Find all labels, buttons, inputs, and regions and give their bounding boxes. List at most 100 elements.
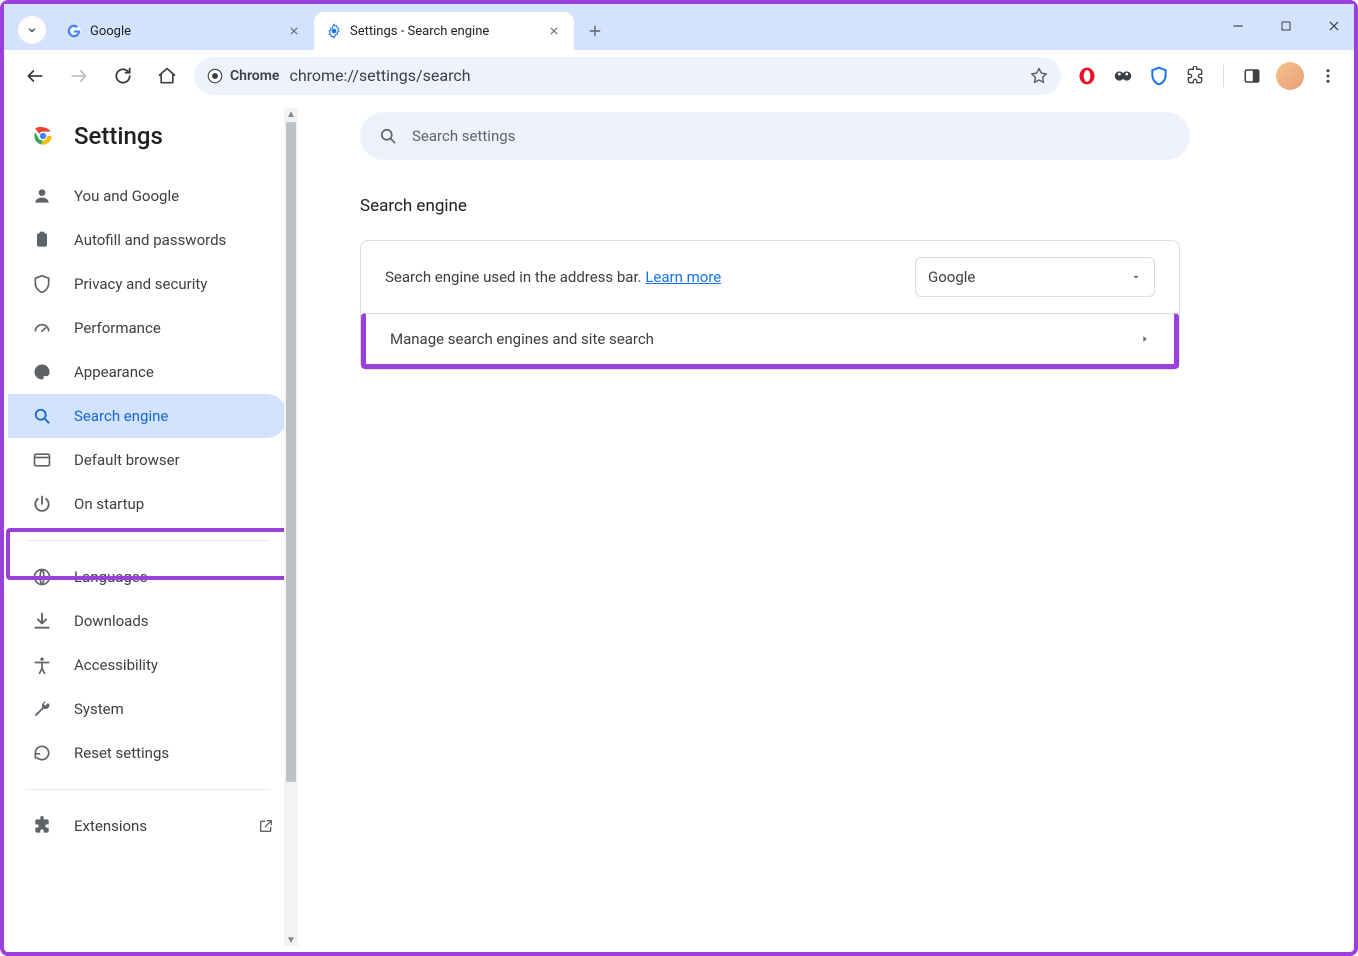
scroll-thumb[interactable]	[286, 122, 296, 782]
window-minimize-button[interactable]	[1224, 12, 1252, 40]
profile-avatar[interactable]	[1276, 62, 1304, 90]
sidebar-item-on-startup[interactable]: On startup	[8, 482, 288, 526]
search-engine-card: Search engine used in the address bar. L…	[360, 240, 1180, 370]
sidebar-item-label: On startup	[74, 495, 144, 513]
window-close-button[interactable]	[1320, 12, 1348, 40]
sidebar-item-performance[interactable]: Performance	[8, 306, 288, 350]
scroll-down-icon: ▼	[284, 934, 298, 946]
highlight-manage-row: Manage search engines and site search	[361, 313, 1179, 369]
dots-vertical-icon	[1319, 67, 1337, 85]
sidebar-item-label: Languages	[74, 568, 148, 586]
extension-shield-icon[interactable]	[1147, 64, 1171, 88]
sidebar-item-label: Accessibility	[74, 656, 158, 674]
url-text: chrome://settings/search	[289, 66, 1019, 85]
chrome-menu-button[interactable]	[1316, 64, 1340, 88]
window-icon	[32, 450, 52, 470]
search-engine-select[interactable]: Google	[915, 257, 1155, 297]
section-title: Search engine	[360, 196, 1334, 216]
extension-eyes-icon[interactable]	[1111, 64, 1135, 88]
sidebar-scrollbar[interactable]: ▲ ▼	[284, 108, 298, 946]
sidebar-title: Settings	[74, 122, 163, 150]
sidebar-item-default-browser[interactable]: Default browser	[8, 438, 288, 482]
sidebar-item-accessibility[interactable]: Accessibility	[8, 643, 288, 687]
sidebar-item-languages[interactable]: Languages	[8, 555, 288, 599]
chrome-chip-icon	[206, 67, 224, 85]
extension-icons	[1071, 62, 1344, 90]
scroll-up-icon: ▲	[284, 108, 298, 120]
learn-more-link[interactable]: Learn more	[645, 268, 721, 286]
close-icon	[289, 26, 299, 36]
power-icon	[32, 494, 52, 514]
speedometer-icon	[32, 318, 52, 338]
close-tab-button[interactable]	[286, 23, 302, 39]
address-bar[interactable]: Chrome chrome://settings/search	[194, 57, 1061, 95]
search-engine-row: Search engine used in the address bar. L…	[361, 241, 1179, 313]
wrench-icon	[32, 699, 52, 719]
caret-down-icon	[1130, 271, 1142, 283]
home-icon	[157, 66, 177, 86]
minimize-icon	[1231, 19, 1245, 33]
home-button[interactable]	[150, 59, 184, 93]
new-tab-button[interactable]	[580, 16, 610, 46]
sidebar-item-downloads[interactable]: Downloads	[8, 599, 288, 643]
forward-button[interactable]	[62, 59, 96, 93]
extensions-button[interactable]	[1183, 64, 1207, 88]
sidebar-item-you-and-google[interactable]: You and Google	[8, 174, 288, 218]
window-maximize-button[interactable]	[1272, 12, 1300, 40]
person-icon	[32, 186, 52, 206]
maximize-icon	[1280, 20, 1292, 32]
side-panel-icon	[1243, 67, 1261, 85]
site-chip[interactable]: Chrome	[206, 67, 279, 85]
sidebar-item-autofill[interactable]: Autofill and passwords	[8, 218, 288, 262]
sidebar-item-label: You and Google	[74, 187, 179, 205]
shield-icon	[32, 274, 52, 294]
close-icon	[549, 26, 559, 36]
reload-icon	[113, 66, 133, 86]
globe-icon	[32, 567, 52, 587]
chevron-right-icon	[1140, 334, 1150, 344]
puzzle-icon	[1185, 66, 1205, 86]
extension-opera-icon[interactable]	[1075, 64, 1099, 88]
accessibility-icon	[32, 655, 52, 675]
external-link-icon	[258, 818, 274, 834]
sidebar-item-system[interactable]: System	[8, 687, 288, 731]
reload-button[interactable]	[106, 59, 140, 93]
sidebar-item-appearance[interactable]: Appearance	[8, 350, 288, 394]
settings-sidebar: Settings You and Google Autofill and pas…	[4, 102, 300, 952]
sidebar-item-reset[interactable]: Reset settings	[8, 731, 288, 775]
sidebar-item-label: Extensions	[74, 817, 147, 835]
history-icon	[32, 743, 52, 763]
sidebar-item-label: Privacy and security	[74, 275, 207, 293]
sidebar-item-label: Appearance	[74, 363, 154, 381]
toolbar-divider	[1223, 65, 1224, 87]
search-settings-field[interactable]	[360, 112, 1190, 160]
sidebar-item-extensions[interactable]: Extensions	[8, 804, 288, 848]
plus-icon	[588, 24, 602, 38]
chrome-logo-icon	[30, 123, 56, 149]
sidebar-item-search-engine[interactable]: Search engine	[8, 394, 288, 438]
close-icon	[1327, 19, 1341, 33]
side-panel-button[interactable]	[1240, 64, 1264, 88]
tab-settings[interactable]: Settings - Search engine	[314, 12, 574, 50]
sidebar-item-label: Default browser	[74, 451, 180, 469]
arrow-left-icon	[25, 66, 45, 86]
tab-title: Google	[90, 24, 278, 39]
sidebar-item-label: Reset settings	[74, 744, 169, 762]
sidebar-item-label: Performance	[74, 319, 161, 337]
back-button[interactable]	[18, 59, 52, 93]
star-icon	[1029, 66, 1049, 86]
arrow-right-icon	[69, 66, 89, 86]
manage-search-engines-row[interactable]: Manage search engines and site search	[366, 314, 1174, 364]
tab-search-button[interactable]	[18, 16, 46, 44]
sidebar-item-privacy[interactable]: Privacy and security	[8, 262, 288, 306]
browser-toolbar: Chrome chrome://settings/search	[4, 50, 1354, 102]
bookmark-button[interactable]	[1029, 66, 1049, 86]
manage-search-label: Manage search engines and site search	[390, 330, 654, 348]
puzzle-icon	[32, 816, 52, 836]
search-engine-label: Search engine used in the address bar. L…	[385, 268, 721, 286]
gear-favicon-icon	[326, 23, 342, 39]
tab-google[interactable]: Google	[54, 12, 314, 50]
search-settings-input[interactable]	[412, 127, 1172, 145]
sidebar-item-label: Downloads	[74, 612, 149, 630]
close-tab-button[interactable]	[546, 23, 562, 39]
